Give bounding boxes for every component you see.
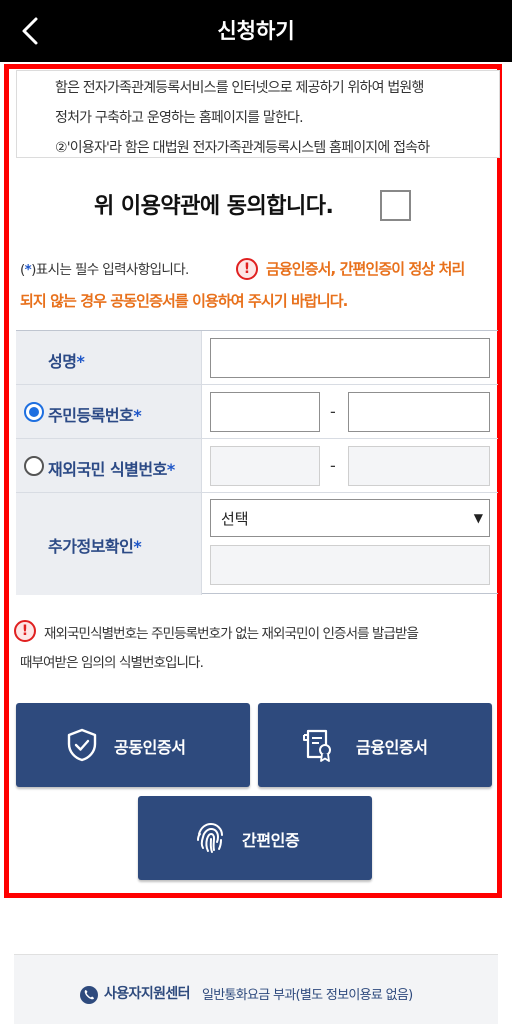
fingerprint-icon	[197, 822, 223, 853]
rrn-label: 주민등록번호*	[48, 406, 142, 425]
agreement-checkbox[interactable]	[380, 190, 411, 221]
terms-line: 정처가 구축하고 운영하는 홈페이지를 말한다.	[55, 110, 304, 126]
form-row-rrn: 주민등록번호* -	[16, 385, 498, 439]
joint-cert-button[interactable]: 공동인증서	[16, 703, 250, 787]
agreement-row: 위 이용약관에 동의합니다.	[0, 186, 512, 226]
rrn-dash: -	[330, 402, 336, 421]
cert-warning-line1: 금융인증서, 간편인증이 정상 처리	[266, 260, 465, 278]
support-footer: 사용자지원센터 일반통화요금 부과(별도 정보이용료 없음)	[14, 955, 498, 1024]
financial-cert-button[interactable]: 금융인증서	[258, 703, 492, 787]
support-center-link[interactable]: 사용자지원센터	[104, 983, 191, 1003]
financial-cert-label: 금융인증서	[356, 738, 428, 757]
rrn-radio[interactable]	[24, 402, 44, 422]
certificate-icon	[303, 729, 331, 762]
foreign-id-dash: -	[330, 456, 336, 475]
terms-line: ②'이용자'라 함은 대법원 전자가족관계등록시스템 홈페이지에 접속하	[55, 140, 430, 156]
required-fields-note: (*)표시는 필수 입력사항입니다.	[20, 262, 189, 278]
form-row-name: 성명*	[16, 331, 498, 385]
agreement-label: 위 이용약관에 동의합니다.	[94, 194, 334, 219]
page-title: 신청하기	[217, 19, 295, 43]
form-row-extra-info: 추가정보확인* 선택 ▼	[16, 493, 498, 595]
dropdown-arrow-icon: ▼	[473, 511, 483, 525]
foreign-id-front-input[interactable]	[210, 446, 320, 486]
info-line1: 재외국민식별번호는 주민등록번호가 없는 재외국민이 인증서를 발급받을	[44, 626, 419, 642]
joint-cert-label: 공동인증서	[114, 738, 186, 757]
support-center-desc: 일반통화요금 부과(별도 정보이용료 없음)	[202, 988, 413, 1003]
top-bar: 신청하기	[0, 0, 512, 62]
simple-auth-label: 간편인증	[242, 831, 300, 850]
warning-icon: !	[14, 620, 36, 642]
foreign-id-back-input[interactable]	[348, 446, 490, 486]
extra-info-input[interactable]	[210, 545, 490, 585]
extra-info-label: 추가정보확인*	[48, 537, 142, 556]
select-value: 선택	[221, 510, 249, 528]
info-line2: 때부여받은 임의의 식별번호입니다.	[20, 655, 204, 671]
terms-line: 함은 전자가족관계등록서비스를 인터넷으로 제공하기 위하여 법원행	[55, 80, 424, 96]
simple-auth-button[interactable]: 간편인증	[138, 796, 372, 880]
phone-icon	[80, 986, 98, 1004]
terms-scroll-box[interactable]: 함은 전자가족관계등록서비스를 인터넷으로 제공하기 위하여 법원행 정처가 구…	[16, 70, 500, 158]
name-label: 성명*	[48, 352, 85, 371]
rrn-back-input[interactable]	[348, 392, 490, 432]
warning-icon: !	[236, 258, 258, 280]
shield-check-icon	[67, 728, 97, 762]
identity-form: 성명* 주민등록번호* - 재외국민 식별번호* - 추가정보확인* 선택 ▼	[16, 330, 498, 595]
form-row-foreign-id: 재외국민 식별번호* -	[16, 439, 498, 493]
name-input[interactable]	[210, 338, 490, 378]
foreign-id-label: 재외국민 식별번호*	[48, 460, 175, 479]
rrn-front-input[interactable]	[210, 392, 320, 432]
cert-warning-line2: 되지 않는 경우 공동인증서를 이용하여 주시기 바랍니다.	[20, 292, 348, 310]
extra-info-select[interactable]: 선택 ▼	[210, 499, 490, 537]
foreign-id-radio[interactable]	[24, 456, 44, 476]
